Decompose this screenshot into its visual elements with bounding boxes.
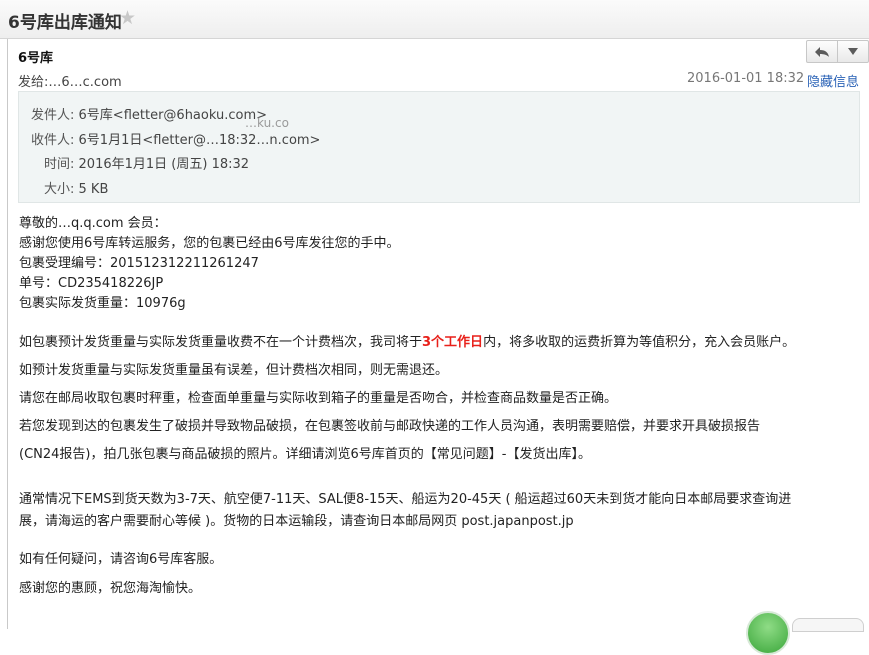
detail-to-ghost: …ku.co <box>245 116 289 130</box>
body-para-check: 请您在邮局收取包裹时秤重，检查面单重量与实际收到箱子的重量是否吻合，并检查商品数… <box>19 391 618 406</box>
message-actions <box>806 40 869 63</box>
body-para-same-tier: 如预计发货重量与实际发货重量虽有误差，但计费档次相同，则无需退还。 <box>19 363 449 378</box>
refund-highlight: 3个工作日 <box>422 335 484 350</box>
body-para-thanks: 感谢您的惠顾，祝您海淘愉快。 <box>19 581 202 596</box>
body-line1: 感谢您使用6号库转运服务，您的包裹已经由6号库发往您的手中。 <box>19 236 400 251</box>
email-subject: 6号库出库通知 <box>8 13 122 33</box>
bottom-edge-tab[interactable] <box>792 618 864 632</box>
recipient-line: 发给:…6…c.com <box>18 75 122 90</box>
refund-text-b: 内，将多收取的运费折算为等值积分，充入会员账户。 <box>483 335 796 350</box>
body-para-refund: 如包裹预计发货重量与实际发货重量收费不在一个计费档次，我司将于3个工作日内，将多… <box>19 331 859 350</box>
body-para-shipping-a: 通常情况下EMS到货天数为3-7天、航空便7-11天、SAL便8-15天、船运为… <box>19 492 792 507</box>
detail-from-value: 6号库<fletter@6haoku.com> <box>78 108 268 123</box>
body-para-contact: 如有任何疑问，请咨询6号库客服。 <box>19 552 223 567</box>
hide-details-link[interactable]: 隐藏信息 <box>807 71 859 90</box>
floating-action-button[interactable] <box>746 611 790 655</box>
body-para-damage-b: (CN24报告)，拍几张包裹与商品破损的照片。详细请浏览6号库首页的【常见问题】… <box>19 447 591 462</box>
detail-to: 收件人: 6号1月1日<fletter@…18:32…n.com> <box>31 129 320 148</box>
detail-to-label: 收件人: <box>31 133 75 148</box>
detail-to-value: 6号1月1日<fletter@…18:32…n.com> <box>78 133 321 148</box>
message-datetime: 2016-01-01 18:32 <box>687 71 805 86</box>
body-line4: 包裹实际发货重量：10976g <box>19 296 186 311</box>
detail-from-label: 发件人: <box>31 108 75 123</box>
body-para-damage-a: 若您发现到达的包裹发生了破损并导致物品破损，在包裹签收前与邮政快递的工作人员沟通… <box>19 419 761 434</box>
subject-bar: 6号库出库通知 ★ <box>0 0 869 39</box>
detail-size-label: 大小: <box>44 182 75 197</box>
sender-name: 6号库 <box>18 51 54 66</box>
reply-icon[interactable] <box>807 41 837 62</box>
body-line3: 单号：CD235418226JP <box>19 276 164 291</box>
detail-from: 发件人: 6号库<fletter@6haoku.com> <box>31 104 267 123</box>
detail-time-value: 2016年1月1日 (周五) 18:32 <box>78 157 250 172</box>
detail-size-value: 5 KB <box>78 182 109 197</box>
body-line2: 包裹受理编号：201512312211261247 <box>19 256 259 271</box>
body-greeting: 尊敬的…q.q.com 会员： <box>19 216 167 231</box>
star-icon[interactable]: ★ <box>119 7 136 29</box>
body-para-shipping-b: 展，请海运的客户需要耐心等候 )。货物的日本运输段，请查询日本邮局网页 post… <box>19 514 574 529</box>
refund-text-a: 如包裹预计发货重量与实际发货重量收费不在一个计费档次，我司将于 <box>19 335 423 350</box>
chevron-down-icon[interactable] <box>837 41 868 62</box>
detail-size: 大小: 5 KB <box>44 178 108 197</box>
header-details-panel: 发件人: 6号库<fletter@6haoku.com> …ku.co 收件人:… <box>18 91 860 203</box>
detail-time: 时间: 2016年1月1日 (周五) 18:32 <box>44 153 249 172</box>
detail-time-label: 时间: <box>44 157 75 172</box>
